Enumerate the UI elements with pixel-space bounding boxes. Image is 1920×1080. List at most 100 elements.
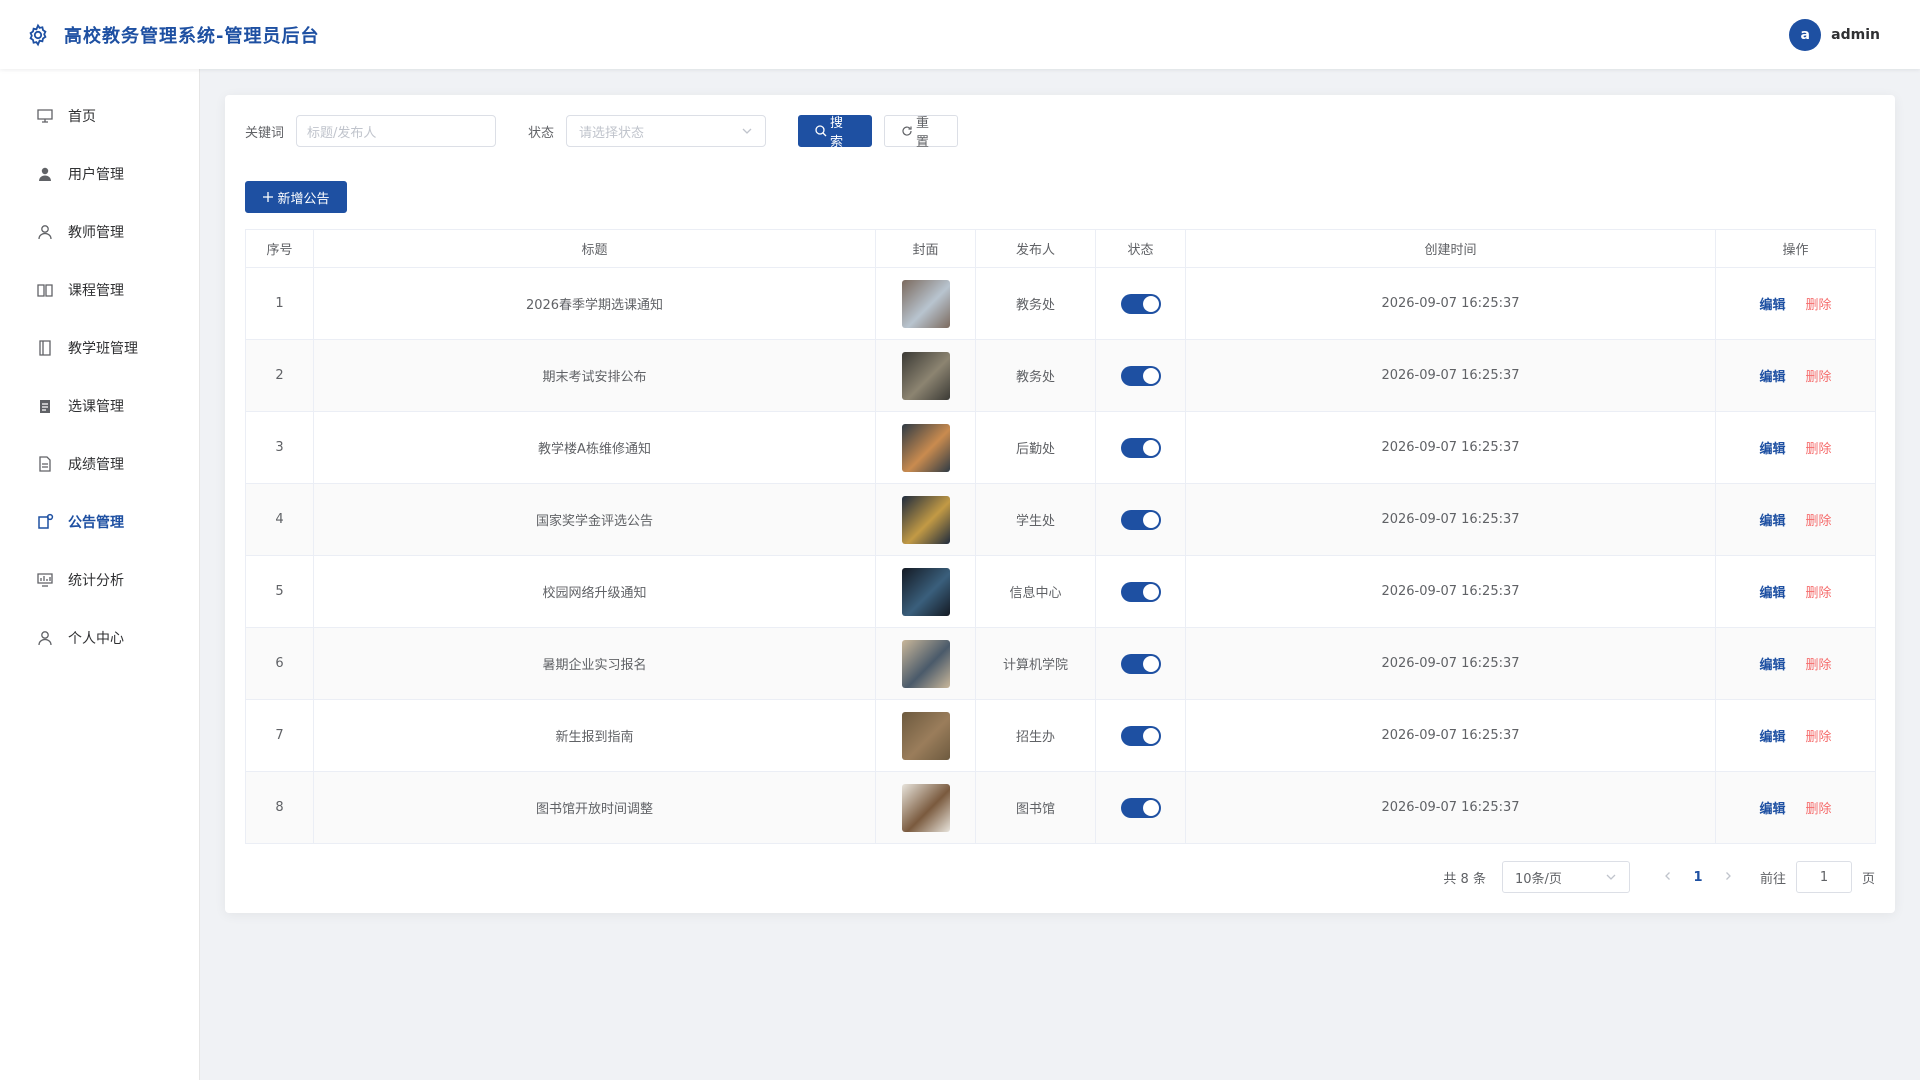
delete-button[interactable]: 删除 — [1806, 802, 1832, 817]
add-notice-button[interactable]: 新增公告 — [245, 181, 347, 213]
status-toggle[interactable] — [1120, 653, 1161, 674]
row-cover-cell — [875, 627, 976, 700]
row-index: 7 — [245, 699, 314, 772]
edit-button[interactable]: 编辑 — [1759, 658, 1785, 673]
row-status-cell — [1095, 555, 1186, 628]
row-actions: 编辑 删除 — [1715, 483, 1876, 556]
status-toggle[interactable] — [1120, 797, 1161, 818]
search-icon — [815, 125, 827, 137]
row-created-time: 2026-09-07 16:25:37 — [1185, 267, 1716, 340]
goto-label: 前往 — [1759, 871, 1786, 887]
row-cover-cell — [875, 699, 976, 772]
username[interactable]: admin — [1831, 27, 1880, 43]
row-created-time: 2026-09-07 16:25:37 — [1185, 771, 1716, 844]
toggle-knob — [1142, 655, 1159, 672]
status-toggle[interactable] — [1120, 509, 1161, 530]
toggle-knob — [1142, 295, 1159, 312]
status-toggle[interactable] — [1120, 581, 1161, 602]
chevron-left-icon — [1665, 871, 1670, 880]
brand: 高校教务管理系统-管理员后台 — [26, 22, 319, 48]
goto-page-input[interactable]: 1 — [1795, 861, 1852, 893]
delete-button[interactable]: 删除 — [1806, 514, 1832, 529]
dashboard-icon — [36, 107, 54, 125]
avatar[interactable]: a — [1789, 18, 1822, 51]
edit-button[interactable]: 编辑 — [1759, 586, 1785, 601]
edit-button[interactable]: 编辑 — [1759, 442, 1785, 457]
sidebar-item[interactable]: 公告管理 — [0, 493, 199, 551]
status-select[interactable]: 请选择状态 — [566, 115, 767, 147]
document-icon — [36, 455, 54, 473]
user-menu[interactable]: a admin — [1789, 18, 1880, 51]
cover-image[interactable] — [901, 639, 950, 688]
pagination: 共 8 条 10条/页 1 前往 1 页 — [1443, 861, 1875, 893]
delete-button[interactable]: 删除 — [1806, 658, 1832, 673]
keyword-input[interactable]: 标题/发布人 — [296, 115, 497, 147]
cover-image[interactable] — [901, 711, 950, 760]
sidebar-item-label: 公告管理 — [68, 515, 124, 531]
row-title: 2026春季学期选课通知 — [313, 267, 876, 340]
pagination-total: 共 8 条 — [1443, 871, 1486, 887]
delete-button[interactable]: 删除 — [1806, 730, 1832, 745]
row-publisher: 学生处 — [975, 483, 1096, 556]
sidebar-item[interactable]: 成绩管理 — [0, 435, 199, 493]
sidebar-item[interactable]: 首页 — [0, 87, 199, 145]
edit-button[interactable]: 编辑 — [1759, 298, 1785, 313]
row-cover-cell — [875, 555, 976, 628]
filter-bar: 关键词 标题/发布人 状态 请选择状态 搜索 重置 — [245, 115, 959, 150]
edit-button[interactable]: 编辑 — [1759, 370, 1785, 385]
sidebar-item[interactable]: 教学班管理 — [0, 319, 199, 377]
table-row: 2 期末考试安排公布 教务处 2026-09-07 16:25:37 编辑 删除 — [245, 339, 1876, 412]
table-row: 6 暑期企业实习报名 计算机学院 2026-09-07 16:25:37 编辑 删除 — [245, 627, 1876, 700]
edit-button[interactable]: 编辑 — [1759, 730, 1785, 745]
refresh-icon — [902, 126, 912, 136]
page-number-current[interactable]: 1 — [1682, 870, 1714, 885]
sidebar-item-label: 用户管理 — [68, 167, 124, 183]
row-publisher: 教务处 — [975, 339, 1096, 412]
sidebar-item[interactable]: 选课管理 — [0, 377, 199, 435]
delete-button[interactable]: 删除 — [1806, 370, 1832, 385]
cover-image[interactable] — [901, 279, 950, 328]
sidebar-item[interactable]: 课程管理 — [0, 261, 199, 319]
row-index: 2 — [245, 339, 314, 412]
search-button[interactable]: 搜索 — [798, 115, 873, 150]
sidebar-item[interactable]: 教师管理 — [0, 203, 199, 261]
cover-image[interactable] — [901, 351, 950, 400]
top-header: 高校教务管理系统-管理员后台 a admin — [0, 0, 1920, 69]
row-title: 教学楼A栋维修通知 — [313, 411, 876, 484]
status-toggle[interactable] — [1120, 725, 1161, 746]
sidebar-item-label: 首页 — [68, 109, 96, 125]
edit-button[interactable]: 编辑 — [1759, 802, 1785, 817]
sidebar-item-label: 课程管理 — [68, 283, 124, 299]
add-notice-label: 新增公告 — [277, 191, 330, 207]
delete-button[interactable]: 删除 — [1806, 442, 1832, 457]
row-actions: 编辑 删除 — [1715, 771, 1876, 844]
cover-image[interactable] — [901, 423, 950, 472]
reset-button[interactable]: 重置 — [884, 115, 959, 150]
edit-button[interactable]: 编辑 — [1759, 514, 1785, 529]
column-header: 标题 — [313, 229, 876, 268]
status-toggle[interactable] — [1120, 437, 1161, 458]
column-header: 序号 — [245, 229, 314, 268]
cover-image[interactable] — [901, 495, 950, 544]
page-size-select[interactable]: 10条/页 — [1501, 861, 1630, 893]
prev-page-button[interactable] — [1654, 870, 1682, 885]
row-title: 图书馆开放时间调整 — [313, 771, 876, 844]
toggle-knob — [1142, 511, 1159, 528]
notice-icon — [36, 513, 54, 531]
next-page-button[interactable] — [1714, 870, 1742, 885]
chevron-right-icon — [1726, 871, 1731, 880]
status-toggle[interactable] — [1120, 293, 1161, 314]
delete-button[interactable]: 删除 — [1806, 298, 1832, 313]
cover-image[interactable] — [901, 783, 950, 832]
row-publisher: 招生办 — [975, 699, 1096, 772]
row-actions: 编辑 删除 — [1715, 699, 1876, 772]
table-row: 7 新生报到指南 招生办 2026-09-07 16:25:37 编辑 删除 — [245, 699, 1876, 772]
delete-button[interactable]: 删除 — [1806, 586, 1832, 601]
cover-image[interactable] — [901, 567, 950, 616]
sidebar-item[interactable]: 统计分析 — [0, 551, 199, 609]
row-status-cell — [1095, 699, 1186, 772]
sidebar-item[interactable]: 个人中心 — [0, 609, 199, 667]
sidebar-item[interactable]: 用户管理 — [0, 145, 199, 203]
status-toggle[interactable] — [1120, 365, 1161, 386]
row-actions: 编辑 删除 — [1715, 627, 1876, 700]
